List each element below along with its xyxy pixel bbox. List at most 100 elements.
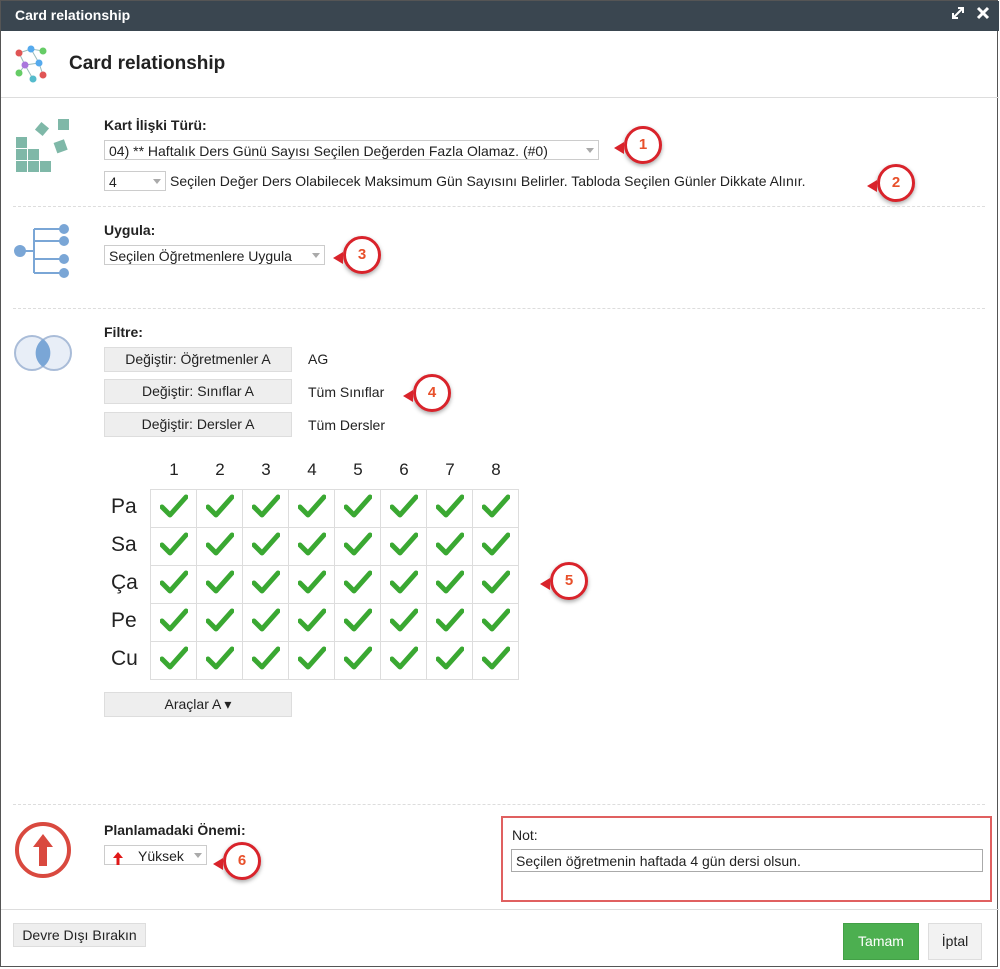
- grid-column-header[interactable]: 8: [473, 460, 519, 480]
- grid-cell[interactable]: [426, 527, 473, 566]
- grid-cell[interactable]: [242, 603, 289, 642]
- grid-cell[interactable]: [472, 603, 519, 642]
- grid-row-header[interactable]: Sa: [111, 533, 149, 557]
- grid-cell[interactable]: [196, 489, 243, 528]
- checkmark-icon: [389, 646, 418, 670]
- grid-cell[interactable]: [334, 641, 381, 680]
- checkmark-icon: [481, 532, 510, 556]
- grid-cell[interactable]: [288, 527, 335, 566]
- grid-cell[interactable]: [288, 489, 335, 528]
- annotation-badge-2: 2: [867, 164, 915, 202]
- grid-cell[interactable]: [196, 641, 243, 680]
- grid-cell[interactable]: [334, 527, 381, 566]
- checkmark-icon: [343, 608, 372, 632]
- checkmark-icon: [435, 532, 464, 556]
- grid-column-header[interactable]: 5: [335, 460, 381, 480]
- grid-column-header[interactable]: 1: [151, 460, 197, 480]
- grid-cell[interactable]: [242, 641, 289, 680]
- grid-column-header[interactable]: 2: [197, 460, 243, 480]
- grid-cell[interactable]: [380, 603, 427, 642]
- checkmark-icon: [297, 570, 326, 594]
- checkmark-icon: [481, 494, 510, 518]
- checkmark-icon: [435, 570, 464, 594]
- grid-row: [150, 641, 519, 680]
- change-teachers-button[interactable]: Değiştir: Öğretmenler A: [104, 347, 292, 372]
- change-classes-button[interactable]: Değiştir: Sınıflar A: [104, 379, 292, 404]
- grid-row-header[interactable]: Pe: [111, 609, 149, 633]
- ok-button[interactable]: Tamam: [843, 923, 919, 960]
- checkmark-icon: [159, 608, 188, 632]
- grid-cell[interactable]: [380, 641, 427, 680]
- relation-type-select[interactable]: 04) ** Haftalık Ders Günü Sayısı Seçilen…: [104, 140, 599, 160]
- grid-cell[interactable]: [150, 565, 197, 604]
- grid-column-header[interactable]: 4: [289, 460, 335, 480]
- grid-row-header[interactable]: Ça: [111, 571, 149, 595]
- grid-cell[interactable]: [150, 603, 197, 642]
- grid-cell[interactable]: [242, 565, 289, 604]
- grid-cell[interactable]: [334, 489, 381, 528]
- chevron-down-icon: [312, 253, 320, 258]
- grid-row-header[interactable]: Pa: [111, 495, 149, 519]
- venn-icon: [12, 333, 74, 378]
- up-arrow-icon: [112, 850, 124, 870]
- tools-menu-button[interactable]: Araçlar A ▾: [104, 692, 292, 717]
- grid-cell[interactable]: [196, 565, 243, 604]
- grid-cell[interactable]: [380, 565, 427, 604]
- grid-cell[interactable]: [150, 527, 197, 566]
- grid-cell[interactable]: [288, 603, 335, 642]
- grid-cell[interactable]: [288, 641, 335, 680]
- classes-filter-value: Tüm Sınıflar: [308, 384, 385, 400]
- note-input[interactable]: [511, 849, 983, 872]
- change-lessons-button[interactable]: Değiştir: Dersler A: [104, 412, 292, 437]
- grid-cell[interactable]: [150, 641, 197, 680]
- grid-cell[interactable]: [196, 527, 243, 566]
- grid-cell[interactable]: [426, 641, 473, 680]
- grid-cell[interactable]: [472, 489, 519, 528]
- cancel-button[interactable]: İptal: [928, 923, 982, 960]
- priority-select[interactable]: Yüksek: [104, 845, 207, 865]
- checkmark-icon: [205, 494, 234, 518]
- grid-column-header[interactable]: 3: [243, 460, 289, 480]
- grid-cell[interactable]: [380, 527, 427, 566]
- grid-row: [150, 527, 519, 566]
- checkmark-icon: [297, 646, 326, 670]
- priority-value: Yüksek: [138, 848, 184, 864]
- grid-cell[interactable]: [334, 565, 381, 604]
- grid-cell[interactable]: [426, 489, 473, 528]
- disable-button[interactable]: Devre Dışı Bırakın: [13, 923, 146, 947]
- section-divider: [13, 804, 985, 805]
- grid-column-header[interactable]: 6: [381, 460, 427, 480]
- grid-cell[interactable]: [426, 603, 473, 642]
- grid-row-header[interactable]: Cu: [111, 647, 149, 671]
- checkmark-icon: [389, 494, 418, 518]
- grid-cell[interactable]: [426, 565, 473, 604]
- checkmark-icon: [251, 646, 280, 670]
- checkmark-icon: [159, 570, 188, 594]
- grid-cell[interactable]: [150, 489, 197, 528]
- checkmark-icon: [297, 608, 326, 632]
- checkmark-icon: [205, 646, 234, 670]
- max-days-select[interactable]: 4: [104, 171, 166, 191]
- close-icon[interactable]: [976, 6, 990, 23]
- day-period-grid: [150, 489, 519, 680]
- grid-cell[interactable]: [334, 603, 381, 642]
- grid-cell[interactable]: [472, 641, 519, 680]
- grid-cell[interactable]: [380, 489, 427, 528]
- grid-column-header[interactable]: 7: [427, 460, 473, 480]
- grid-row: [150, 603, 519, 642]
- grid-cell[interactable]: [472, 527, 519, 566]
- checkmark-icon: [343, 646, 372, 670]
- section-divider: [13, 308, 985, 309]
- expand-icon[interactable]: [951, 6, 965, 23]
- grid-cell[interactable]: [288, 565, 335, 604]
- checkmark-icon: [343, 494, 372, 518]
- grid-cell[interactable]: [196, 603, 243, 642]
- apply-select[interactable]: Seçilen Öğretmenlere Uygula: [104, 245, 325, 265]
- relation-type-value: 04) ** Haftalık Ders Günü Sayısı Seçilen…: [109, 143, 548, 159]
- checkmark-icon: [343, 532, 372, 556]
- grid-cell[interactable]: [472, 565, 519, 604]
- grid-cell[interactable]: [242, 489, 289, 528]
- checkmark-icon: [159, 532, 188, 556]
- apply-label: Uygula:: [104, 222, 156, 238]
- grid-cell[interactable]: [242, 527, 289, 566]
